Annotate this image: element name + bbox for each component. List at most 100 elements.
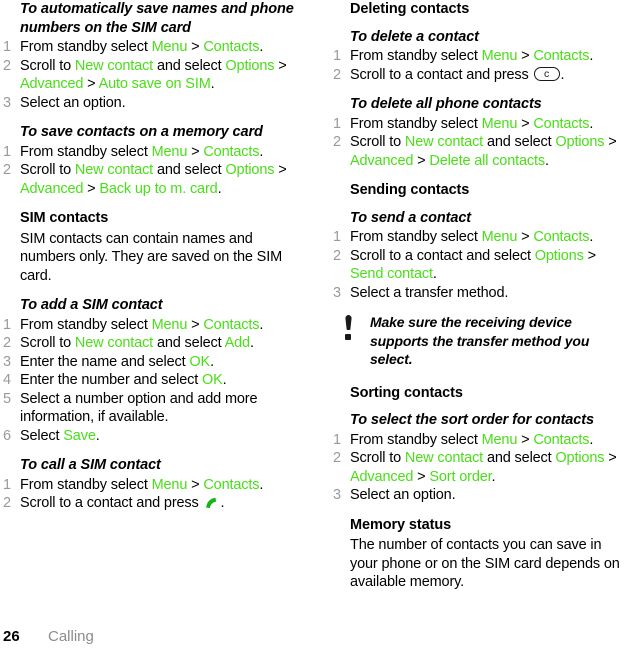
section-title: Sending contacts	[350, 182, 470, 198]
step-item: 2 Scroll to New contact and select Option…	[3, 161, 306, 198]
step-item: 4 Enter the number and select OK.	[3, 371, 306, 390]
procedure-block: To automatically save names and phone nu…	[3, 0, 306, 112]
section-block: Memory status The number of contacts you …	[333, 516, 626, 592]
ui-keyword: New contact	[404, 134, 484, 150]
section-block: Sending contacts	[333, 181, 626, 200]
step-number: 3	[333, 487, 341, 503]
procedure-block: To call a SIM contact 1 From standby selec…	[3, 456, 306, 513]
body-text: >	[187, 143, 204, 160]
body-text: >	[517, 115, 534, 132]
section-title: Memory status	[350, 516, 452, 533]
body-text: Enter the number and select	[20, 372, 202, 388]
section-title: Sorting contacts	[350, 384, 463, 401]
body-text: >	[604, 450, 617, 466]
step-text: Scroll to New contact and select Options…	[20, 58, 287, 93]
body-text: .	[95, 427, 100, 444]
body-text: and select	[153, 57, 226, 74]
ui-keyword: Sort order	[429, 468, 492, 485]
clear-key-label: c	[543, 67, 550, 80]
step-text: Enter the number and select OK.	[20, 372, 227, 388]
body-text: .	[491, 468, 496, 485]
ui-keyword: Contacts	[533, 229, 590, 245]
ui-keyword: Contacts	[533, 48, 590, 64]
ui-keyword: Menu	[481, 115, 518, 132]
step-item: 1 From standby select Menu > Contacts.	[3, 143, 306, 162]
exclamation-note-icon	[343, 315, 355, 345]
ui-keyword: Contacts	[203, 316, 260, 333]
body-text: >	[413, 152, 430, 169]
ui-keyword: Options	[555, 450, 605, 466]
step-text: From standby select Menu > Contacts.	[20, 317, 263, 333]
ui-keyword: Advanced	[20, 76, 84, 92]
body-text: >	[274, 57, 287, 74]
body-text: .	[589, 229, 594, 245]
ui-keyword: Menu	[481, 431, 518, 448]
step-list: 1 From standby select Menu > Contacts. 2 Sc…	[333, 115, 626, 171]
step-number: 1	[333, 115, 341, 132]
body-text: .	[217, 180, 222, 197]
step-item: 2 Scroll to a contact and press c.	[333, 66, 626, 85]
step-text: Scroll to New contact and select Options…	[350, 134, 617, 169]
step-item: 3 Select an option.	[333, 486, 626, 505]
body-text: >	[187, 316, 204, 333]
procedure-title: To add a SIM contact	[20, 297, 163, 313]
step-text: Select a number option and add more info…	[20, 391, 258, 426]
body-text: .	[222, 372, 227, 388]
ui-keyword: New contact	[74, 162, 154, 178]
procedure-title: To delete all phone contacts	[350, 96, 542, 112]
body-text: Scroll to	[350, 450, 405, 466]
body-text: Select a transfer method.	[350, 284, 509, 301]
step-list: 1 From standby select Menu > Contacts. 2 Sc…	[333, 431, 626, 505]
ui-keyword: Contacts	[533, 115, 590, 132]
body-text: .	[432, 266, 437, 282]
step-item: 2 Scroll to New contact and select Add.	[3, 334, 306, 353]
step-number: 1	[3, 39, 11, 55]
body-text: From standby select	[350, 431, 482, 448]
body-text: From standby select	[20, 39, 152, 55]
step-item: 2 Scroll to a contact and press .	[3, 494, 306, 513]
step-text: From standby select Menu > Contacts.	[20, 39, 263, 55]
ui-keyword: Back up to m. card	[99, 180, 218, 197]
procedure-title: To call a SIM contact	[20, 457, 161, 473]
section-title: Deleting contacts	[350, 1, 470, 17]
step-number: 1	[3, 476, 11, 493]
step-text: From standby select Menu > Contacts.	[20, 144, 263, 160]
two-column-body: To automatically save names and phone nu…	[0, 0, 636, 603]
ui-keyword: Contacts	[203, 476, 260, 493]
body-text: .	[220, 495, 225, 511]
body-text: .	[259, 476, 264, 493]
step-text: Enter the name and select OK.	[20, 354, 214, 370]
procedure-title: To select the sort order for contacts	[350, 412, 594, 428]
step-number: 2	[3, 162, 11, 178]
ui-keyword: Auto save on SIM	[98, 76, 211, 92]
step-item: 1 From standby select Menu > Contacts.	[3, 38, 306, 57]
body-text: and select	[483, 134, 556, 150]
footer-chapter-name: Calling	[48, 628, 94, 645]
step-text: Scroll to New contact and select Options…	[20, 162, 287, 197]
body-text: .	[589, 48, 594, 64]
body-text: .	[545, 152, 549, 169]
step-number: 6	[3, 427, 11, 444]
step-item: 1 From standby select Menu > Contacts.	[333, 431, 626, 450]
body-text: From standby select	[20, 143, 152, 160]
body-text: From standby select	[20, 316, 152, 333]
procedure-title: To save contacts on a memory card	[20, 124, 263, 140]
ui-keyword: Options	[555, 134, 605, 150]
step-item: 3 Select a transfer method.	[333, 284, 626, 303]
ui-keyword: New contact	[404, 450, 484, 466]
body-text: Select an option.	[20, 94, 126, 111]
procedure-title: To send a contact	[350, 209, 472, 226]
body-text: Select	[20, 427, 64, 444]
step-number: 2	[3, 335, 11, 351]
body-text: Scroll to a contact and press	[350, 66, 533, 83]
